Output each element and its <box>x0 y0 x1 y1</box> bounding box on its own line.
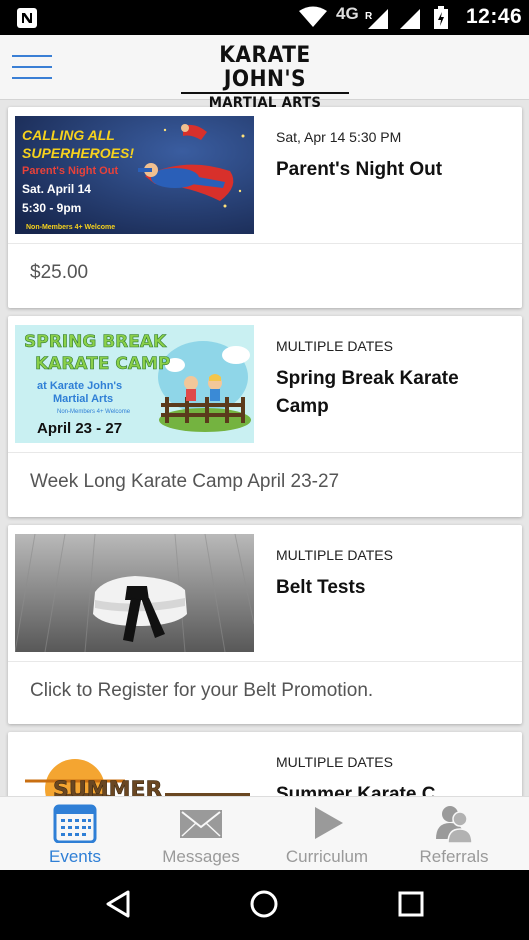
event-image: CALLING ALL SUPERHEROES! Parent's Night … <box>15 116 254 234</box>
superhero-poster: CALLING ALL SUPERHEROES! Parent's Night … <box>15 116 254 234</box>
tab-messages[interactable]: Messages <box>135 797 267 871</box>
poster-line-4: Martial Arts <box>53 393 113 405</box>
back-icon[interactable] <box>104 889 132 919</box>
event-title: Parent's Night Out <box>276 159 443 180</box>
poster-line-6: Non-Members 4+ Welcome <box>26 224 115 231</box>
tab-referrals[interactable]: Referrals <box>388 797 520 871</box>
poster-line-1: SUMMER <box>53 778 163 796</box>
roaming-indicator: R <box>365 11 373 22</box>
tab-label: Referrals <box>419 847 489 866</box>
wifi-icon <box>299 6 327 27</box>
menu-line <box>12 77 52 79</box>
calendar-icon <box>53 804 97 843</box>
menu-line <box>12 55 52 57</box>
event-title: Summer Karate C <box>276 784 436 796</box>
poster-line-1: CALLING ALL <box>22 127 115 143</box>
notification-icon <box>17 8 37 28</box>
status-bar: 4G R 12:46 <box>0 0 529 35</box>
home-icon[interactable] <box>249 889 279 919</box>
event-card[interactable]: SPRING BREAK KARATE CAMP at Karate John'… <box>8 316 522 517</box>
signal-icon-2 <box>400 9 420 29</box>
event-description: Click to Register for your Belt Promotio… <box>30 680 374 701</box>
belt-photo <box>15 534 254 652</box>
event-title: Spring Break Karate Camp <box>276 368 459 417</box>
poster-line-3: at Karate John's <box>37 380 122 392</box>
event-date: Sat, Apr 14 5:30 PM <box>276 129 402 145</box>
event-image: SPRING BREAK KARATE CAMP at Karate John'… <box>15 325 254 443</box>
poster-line-2: KARATE CAMP <box>35 354 170 374</box>
event-description: $25.00 <box>30 262 89 283</box>
event-card[interactable]: SUMMER MULTIPLE DATES Summer Karate C <box>8 732 522 796</box>
event-card-header: SUMMER MULTIPLE DATES Summer Karate C <box>8 732 522 796</box>
event-card[interactable]: CALLING ALL SUPERHEROES! Parent's Night … <box>8 107 522 308</box>
signal-icon: R <box>365 9 388 29</box>
event-card-header: CALLING ALL SUPERHEROES! Parent's Night … <box>8 107 522 244</box>
event-description: Week Long Karate Camp April 23-27 <box>30 471 340 492</box>
tab-curriculum[interactable]: Curriculum <box>261 797 393 871</box>
event-date: MULTIPLE DATES <box>276 338 393 354</box>
brand-logo: KARATE JOHN'S MARTIAL ARTS CENTER <box>179 43 351 129</box>
people-icon <box>436 806 473 843</box>
poster-line-5: 5:30 - 9pm <box>22 201 81 215</box>
tab-label: Events <box>49 847 101 866</box>
clock: 12:46 <box>466 5 523 28</box>
menu-button[interactable] <box>12 55 52 81</box>
event-date: MULTIPLE DATES <box>276 754 393 770</box>
event-card[interactable]: MULTIPLE DATES Belt Tests Click to Regis… <box>8 525 522 724</box>
tab-events[interactable]: Events <box>9 797 141 871</box>
summer-camp-poster: SUMMER <box>15 741 254 796</box>
network-type: 4G <box>336 4 359 23</box>
play-icon <box>315 807 343 839</box>
system-nav-bar <box>0 870 529 940</box>
app-header: KARATE JOHN'S MARTIAL ARTS CENTER <box>0 35 529 129</box>
poster-line-4: Sat. April 14 <box>22 182 91 196</box>
event-card-header: SPRING BREAK KARATE CAMP at Karate John'… <box>8 316 522 453</box>
envelope-icon <box>180 810 222 838</box>
event-image <box>15 534 254 652</box>
event-title: Belt Tests <box>276 577 366 598</box>
event-date: MULTIPLE DATES <box>276 547 393 563</box>
poster-line-3: Parent's Night Out <box>22 165 118 177</box>
poster-line-5: Non-Members 4+ Welcome <box>57 409 131 415</box>
poster-line-2: SUPERHEROES! <box>22 145 134 161</box>
spring-camp-poster: SPRING BREAK KARATE CAMP at Karate John'… <box>15 325 254 443</box>
events-feed[interactable]: CALLING ALL SUPERHEROES! Parent's Night … <box>0 100 529 796</box>
event-card-header: MULTIPLE DATES Belt Tests <box>8 525 522 662</box>
menu-line <box>12 66 52 68</box>
logo-line-1: KARATE JOHN'S <box>219 43 311 92</box>
tab-label: Messages <box>162 847 240 866</box>
bottom-tab-bar: Events Messages Curriculum Referrals <box>0 796 529 870</box>
tab-label: Curriculum <box>285 847 369 866</box>
event-image: SUMMER <box>15 741 254 796</box>
poster-line-6: April 23 - 27 <box>37 420 122 437</box>
battery-icon <box>434 6 448 29</box>
recents-icon[interactable] <box>398 891 424 917</box>
poster-line-1: SPRING BREAK <box>24 332 167 352</box>
